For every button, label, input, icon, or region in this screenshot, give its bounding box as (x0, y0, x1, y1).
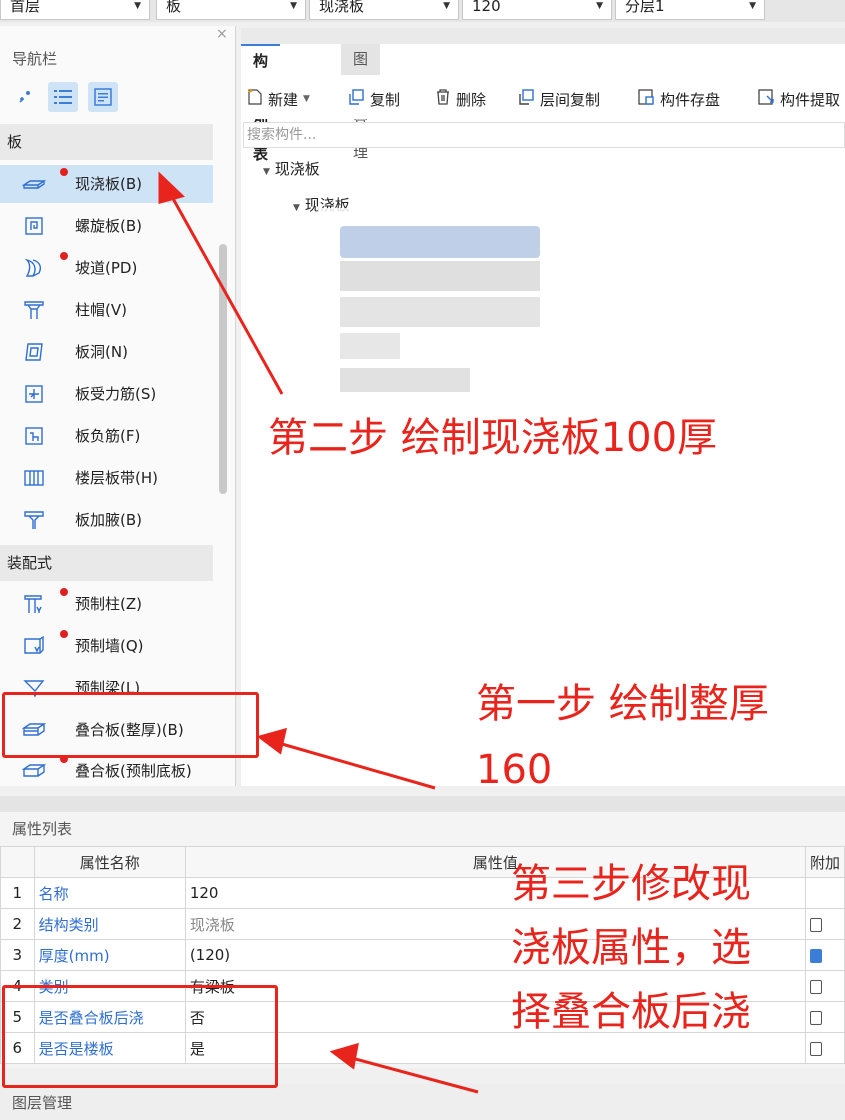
arrow-to-properties (347, 1055, 479, 1094)
arrowhead (158, 171, 185, 204)
arrowhead (256, 727, 288, 755)
arrow-to-composite-slab (274, 740, 436, 790)
arrowhead (329, 1042, 359, 1070)
annotation-arrows (158, 171, 479, 1094)
arrow-to-cast-slab (164, 185, 284, 395)
